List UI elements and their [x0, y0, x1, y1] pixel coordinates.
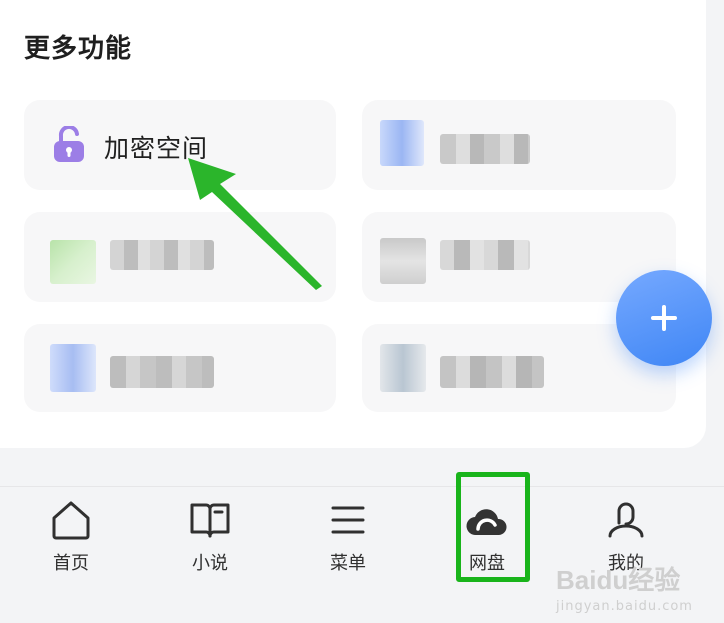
blurred-icon	[380, 344, 426, 392]
tab-home[interactable]: 首页	[21, 487, 121, 587]
blurred-label	[440, 134, 530, 164]
book-icon	[190, 503, 230, 538]
tab-novel[interactable]: 小说	[160, 487, 260, 587]
more-features-panel: 更多功能 加密空间	[0, 0, 706, 448]
watermark-url: jingyan.baidu.com	[556, 599, 693, 614]
user-icon	[608, 502, 644, 538]
tab-menu[interactable]: 菜单	[298, 487, 398, 587]
blurred-label	[440, 356, 544, 388]
blurred-icon	[380, 238, 426, 284]
blurred-label	[110, 356, 214, 388]
panel-title: 更多功能	[24, 34, 133, 64]
add-button[interactable]	[616, 270, 712, 366]
blurred-icon	[50, 344, 96, 392]
tab-label-menu: 菜单	[330, 553, 366, 574]
lock-open-icon	[54, 126, 84, 162]
watermark: Baidu经验 jingyan.baidu.com	[556, 560, 716, 614]
blurred-label	[440, 240, 530, 270]
plus-icon	[651, 305, 677, 331]
card-obscured-3[interactable]	[24, 212, 336, 302]
home-icon	[52, 501, 90, 540]
card-label-encrypted-space: 加密空间	[104, 134, 209, 163]
card-obscured-2[interactable]	[362, 100, 676, 190]
highlight-annotation	[456, 472, 530, 582]
watermark-brand: Baidu经验	[556, 565, 681, 595]
card-encrypted-space[interactable]: 加密空间	[24, 100, 336, 190]
tab-label-home: 首页	[53, 553, 89, 574]
blurred-label	[110, 240, 214, 270]
blurred-icon	[380, 120, 424, 166]
blurred-icon	[50, 240, 96, 284]
tab-label-novel: 小说	[192, 553, 228, 574]
menu-icon	[331, 506, 365, 534]
card-obscured-5[interactable]	[24, 324, 336, 412]
